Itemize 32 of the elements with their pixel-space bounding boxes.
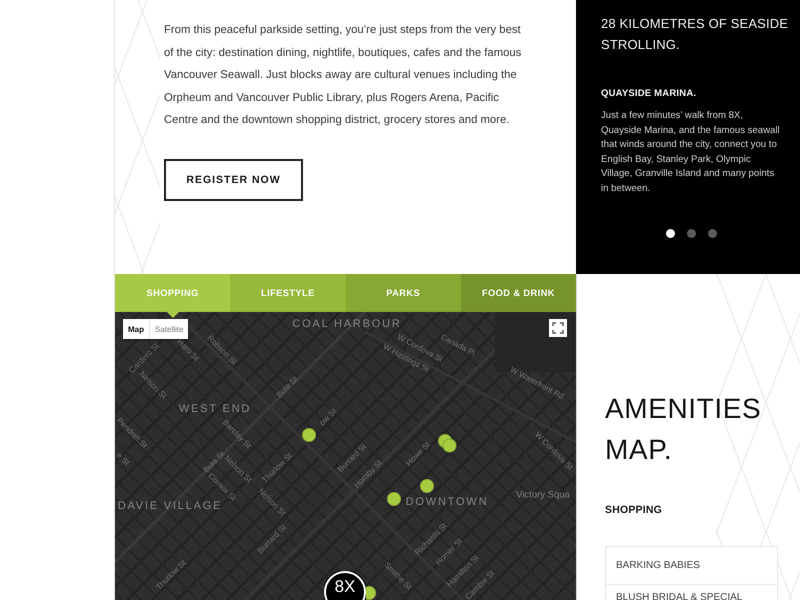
street-label: Bute St [202,450,226,474]
carousel-dot-icon[interactable] [687,228,696,238]
category-tab[interactable]: PARKS [346,274,461,312]
carousel-dot-icon[interactable] [708,228,717,238]
fullscreen-icon[interactable] [549,319,567,337]
category-tab[interactable]: FOOD & DRINK [460,274,576,312]
amenities-heading: AMENITIES MAP. [605,392,762,467]
map-marker-icon[interactable] [387,492,401,506]
carousel-dot-icon[interactable] [666,228,675,238]
overlapping-markers-icon[interactable] [438,434,457,453]
map-marker-icon[interactable] [420,479,434,493]
map-type-button[interactable]: Satellite [149,319,188,339]
category-heading: SHOPPING [605,504,664,517]
amenity-list-item[interactable]: BARKING BABIES [605,546,778,585]
panel-paragraph: Just a few minutes’ walk from 8X, Quayside Marina, and the famous seawall that winds around the city, connect you to English Bay, Stanley Park, Olympic Village, Granville Island and many points in between. [601,109,781,196]
panel-heading: 28 KILOMETRES OF SEASIDE STROLLING. [601,15,790,54]
area-label: DAVIE VILLAGE [118,500,222,512]
intro-paragraph: From this peaceful parkside setting, you’re just steps from the very best of the city: destination dining, nightlife, boutiques, cafes and the famous Vancouver Seawall. Just blocks away are cultural venues including the Orpheum and Vancouver Public Library, plus Rogers Arena, Pacific Centre and the downtown shopping district, grocery stores and more. [164,23,522,128]
tab-pointer-icon [166,312,179,318]
street-label: e St [115,450,132,468]
map-marker-icon[interactable] [302,428,316,442]
street-label: Bute St [274,374,300,400]
street-label: ow St [318,406,338,428]
area-label: COAL HARBOUR [292,318,402,330]
area-label: DOWNTOWN [406,496,488,508]
logo-badge: 8X [324,571,366,600]
map-type-button[interactable]: Map [123,319,149,339]
register-button[interactable]: REGISTER NOW [164,158,303,200]
area-label: WEST END [178,403,252,415]
place-label: Victory Squa [516,490,570,500]
amenity-list-item[interactable]: BLUSH BRIDAL & SPECIAL [605,585,778,600]
panel-subheading: QUAYSIDE MARINA. [601,88,698,100]
